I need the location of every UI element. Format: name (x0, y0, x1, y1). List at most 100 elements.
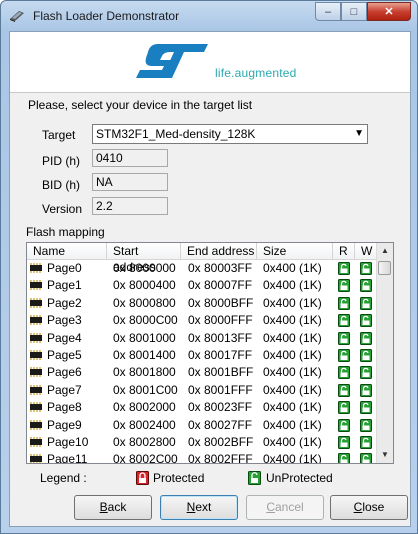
scroll-thumb[interactable] (378, 261, 391, 275)
pid-label: PID (h) (42, 154, 81, 168)
column-header-size[interactable]: Size (257, 243, 333, 259)
back-button-label: ack (107, 500, 127, 514)
memory-page-icon (30, 263, 42, 273)
target-label: Target (42, 128, 76, 142)
read-unlocked-icon[interactable] (338, 453, 350, 464)
page-name: Page1 (47, 278, 82, 293)
start-address: 0x 8000000 (113, 261, 176, 275)
end-address: 0x 80027FF (188, 417, 253, 432)
title-bar[interactable]: Flash Loader Demonstrator – □ ✕ (1, 1, 417, 31)
memory-page-icon (30, 315, 42, 326)
legend-unprotected: UnProtected (266, 471, 333, 485)
read-unlocked-icon[interactable] (338, 296, 350, 310)
column-header-start[interactable]: Start address (107, 243, 181, 274)
minimize-button[interactable]: – (315, 2, 341, 21)
close-button[interactable]: Close (330, 495, 408, 520)
page-name: Page7 (47, 382, 82, 397)
target-select[interactable]: STM32F1_Med-density_128K ▼ (92, 124, 368, 144)
close-button-label: lose (362, 500, 385, 514)
table-row[interactable]: Page11 0x 8002C00 0x 8002FFF 0x400 (1K) (27, 451, 377, 464)
flash-mapping-table[interactable]: Name Start address End address Size R W … (26, 242, 394, 464)
brand-tagline: life.augmented (215, 66, 297, 80)
page-size: 0x400 (1K) (263, 434, 322, 449)
window-title: Flash Loader Demonstrator (33, 9, 180, 23)
table-row[interactable]: Page9 0x 8002400 0x 80027FF 0x400 (1K) (27, 417, 377, 434)
cancel-button[interactable]: Cancel (246, 495, 324, 520)
app-window: Flash Loader Demonstrator – □ ✕ life.aug… (0, 0, 418, 534)
read-unlocked-icon[interactable] (338, 348, 350, 362)
close-window-button[interactable]: ✕ (367, 2, 411, 21)
table-row[interactable]: Page1 0x 8000400 0x 80007FF 0x400 (1K) (27, 277, 377, 294)
memory-page-icon (30, 419, 42, 430)
page-name: Page9 (47, 417, 82, 432)
page-name: Page8 (47, 400, 82, 415)
flash-mapping-label: Flash mapping (26, 225, 105, 239)
version-label: Version (42, 202, 83, 216)
write-unlocked-icon[interactable] (360, 296, 372, 310)
write-unlocked-icon[interactable] (360, 279, 372, 293)
write-unlocked-icon[interactable] (360, 401, 372, 415)
end-address: 0x 8002BFF (188, 434, 254, 449)
scroll-down-icon[interactable]: ▼ (377, 447, 393, 463)
page-name: Page2 (47, 295, 82, 310)
page-name: Page5 (47, 347, 82, 362)
target-select-value: STM32F1_Med-density_128K (96, 127, 256, 141)
read-unlocked-icon[interactable] (338, 401, 350, 415)
page-size: 0x400 (1K) (263, 347, 322, 362)
column-header-name[interactable]: Name (27, 243, 107, 259)
legend-protected: Protected (153, 471, 205, 485)
table-row[interactable]: Page3 0x 8000C00 0x 8000FFF 0x400 (1K) (27, 312, 377, 329)
write-unlocked-icon[interactable] (360, 383, 372, 397)
protected-lock-icon (136, 471, 149, 485)
read-unlocked-icon[interactable] (338, 279, 350, 293)
table-row[interactable]: Page7 0x 8001C00 0x 8001FFF 0x400 (1K) (27, 382, 377, 399)
table-row[interactable]: Page0 0x 8000000 0x 80003FF 0x400 (1K) (27, 260, 377, 277)
page-size: 0x400 (1K) (263, 417, 322, 432)
back-button[interactable]: Back (74, 495, 152, 520)
table-row[interactable]: Page5 0x 8001400 0x 80017FF 0x400 (1K) (27, 347, 377, 364)
read-unlocked-icon[interactable] (338, 366, 350, 380)
start-address: 0x 8001C00 (113, 382, 178, 397)
start-address: 0x 8001400 (113, 347, 176, 362)
end-address: 0x 8002FFF (188, 452, 253, 464)
back-button-mnemonic: B (99, 500, 108, 514)
legend-label: Legend : (40, 471, 87, 485)
table-row[interactable]: Page10 0x 8002800 0x 8002BFF 0x400 (1K) (27, 434, 377, 451)
write-unlocked-icon[interactable] (360, 366, 372, 380)
write-unlocked-icon[interactable] (360, 331, 372, 345)
table-row[interactable]: Page4 0x 8001000 0x 80013FF 0x400 (1K) (27, 330, 377, 347)
maximize-button[interactable]: □ (341, 2, 367, 21)
write-unlocked-icon[interactable] (360, 435, 372, 449)
table-row[interactable]: Page6 0x 8001800 0x 8001BFF 0x400 (1K) (27, 364, 377, 381)
page-size: 0x400 (1K) (263, 382, 322, 397)
read-unlocked-icon[interactable] (338, 262, 350, 275)
read-unlocked-icon[interactable] (338, 331, 350, 345)
next-button[interactable]: Next (160, 495, 238, 520)
write-unlocked-icon[interactable] (360, 262, 372, 275)
page-size: 0x400 (1K) (263, 330, 322, 345)
bid-label: BID (h) (42, 178, 81, 192)
write-unlocked-icon[interactable] (360, 453, 372, 464)
read-unlocked-icon[interactable] (338, 314, 350, 328)
table-row[interactable]: Page8 0x 8002000 0x 80023FF 0x400 (1K) (27, 399, 377, 416)
start-address: 0x 8002800 (113, 434, 176, 449)
read-unlocked-icon[interactable] (338, 435, 350, 449)
vertical-scrollbar[interactable]: ▲ ▼ (376, 243, 393, 463)
write-unlocked-icon[interactable] (360, 348, 372, 362)
scroll-up-icon[interactable]: ▲ (377, 243, 393, 259)
write-unlocked-icon[interactable] (360, 418, 372, 432)
table-row[interactable]: Page2 0x 8000800 0x 8000BFF 0x400 (1K) (27, 295, 377, 312)
start-address: 0x 8001000 (113, 330, 176, 345)
column-header-r[interactable]: R (333, 243, 355, 259)
page-name: Page4 (47, 330, 82, 345)
dropdown-arrow-icon[interactable]: ▼ (354, 128, 364, 139)
memory-page-icon (30, 297, 42, 308)
end-address: 0x 80003FF (188, 261, 253, 275)
table-header: Name Start address End address Size R W (27, 243, 377, 274)
column-header-end[interactable]: End address (181, 243, 257, 259)
start-address: 0x 8002400 (113, 417, 176, 432)
column-header-w[interactable]: W (355, 243, 377, 259)
read-unlocked-icon[interactable] (338, 418, 350, 432)
write-unlocked-icon[interactable] (360, 314, 372, 328)
read-unlocked-icon[interactable] (338, 383, 350, 397)
